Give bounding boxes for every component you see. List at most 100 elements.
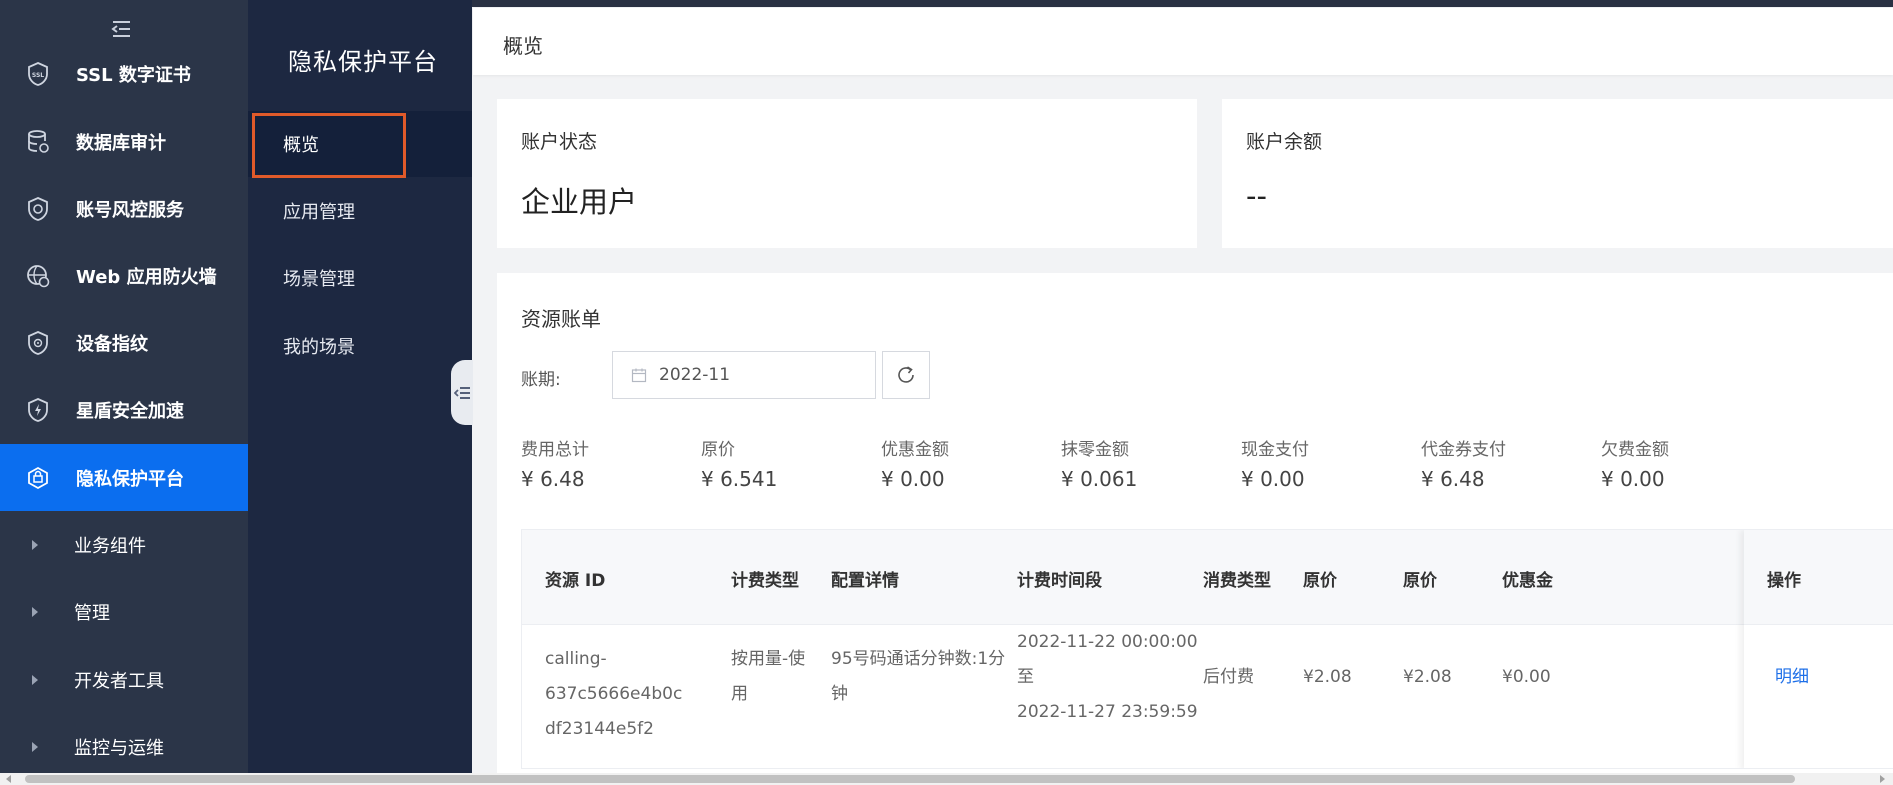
firewall-icon: [24, 262, 52, 290]
column-header: 配置详情: [831, 571, 899, 591]
column-header: 原价: [1403, 571, 1437, 591]
main-sidebar: SSL SSL 数字证书 数据库审计 账号风控服务 Web 应用防火墙 设备指纹…: [0, 0, 248, 773]
stat-total: 费用总计 ¥ 6.48: [521, 435, 691, 491]
table-header: 资源 ID 计费类型 配置详情 计费时间段 消费类型 原价 原价 优惠金: [522, 530, 1893, 625]
cell-original-price: ¥2.08: [1403, 667, 1452, 687]
sidebar-item-db-audit[interactable]: 数据库审计: [0, 108, 248, 175]
card-title: 账户状态: [521, 131, 598, 153]
detail-link[interactable]: 明细: [1775, 660, 1809, 695]
cell-line: calling-637c5666e4b0c: [545, 649, 683, 704]
stat-label: 原价: [701, 440, 735, 460]
sidebar-item-business-components[interactable]: 业务组件: [0, 511, 248, 578]
subnav-item-label: 场景管理: [283, 269, 355, 290]
scroll-left-icon[interactable]: [6, 775, 11, 783]
bill-table: 资源 ID 计费类型 配置详情 计费时间段 消费类型 原价 原价 优惠金 cal…: [521, 529, 1893, 769]
sidebar-item-label: 监控与运维: [74, 737, 164, 759]
account-balance-value: --: [1246, 179, 1267, 213]
column-header: 计费类型: [731, 571, 799, 591]
account-status-card: 账户状态 企业用户: [497, 99, 1197, 248]
lightning-shield-icon: [24, 396, 52, 424]
account-balance-card: 账户余额 --: [1222, 99, 1893, 248]
account-status-value: 企业用户: [521, 185, 638, 219]
cell-line: 按用量-使: [731, 649, 806, 669]
collapse-arrow-icon: [454, 386, 470, 399]
stat-value: ¥ 0.00: [1601, 467, 1665, 491]
horizontal-scrollbar[interactable]: [0, 773, 1893, 785]
cell-line: 钟: [831, 684, 848, 704]
column-header-wrap: 操作: [1744, 530, 1893, 625]
subnav-item-label: 应用管理: [283, 202, 355, 223]
column-header: 原价: [1303, 571, 1337, 591]
stat-label: 费用总计: [521, 440, 589, 460]
sidebar-item-label: 业务组件: [74, 535, 146, 557]
database-icon: [24, 128, 52, 156]
sidebar-item-ssl[interactable]: SSL SSL 数字证书: [0, 40, 248, 107]
subnav-item-app-management[interactable]: 应用管理: [248, 178, 472, 244]
scroll-right-icon[interactable]: [1880, 775, 1885, 783]
caret-right-icon: [32, 741, 38, 752]
sidebar-item-developer-tools[interactable]: 开发者工具: [0, 646, 248, 713]
sidebar-item-monitoring[interactable]: 监控与运维: [0, 713, 248, 773]
subnav-item-my-scenes[interactable]: 我的场景: [248, 313, 472, 379]
sidebar-item-label: 开发者工具: [74, 670, 164, 692]
section-title: 资源账单: [521, 307, 601, 331]
sidebar-toggle-handle[interactable]: [451, 360, 473, 425]
subnav-item-scene-management[interactable]: 场景管理: [248, 245, 472, 311]
stat-label: 优惠金额: [881, 440, 949, 460]
stat-value: ¥ 6.541: [701, 467, 778, 491]
cell-original-price: ¥2.08: [1303, 667, 1352, 687]
sidebar-item-label: 账号风控服务: [76, 199, 184, 221]
actions-column: 操作 明细: [1744, 530, 1893, 768]
sidebar-item-label: Web 应用防火墙: [76, 266, 217, 288]
stat-discount: 优惠金额 ¥ 0.00: [881, 435, 1051, 491]
caret-right-icon: [32, 606, 38, 617]
resource-bill-card: 资源账单 账期: 2022-11 费用总计 ¥ 6.48 原价 ¥ 6.541 …: [497, 273, 1893, 773]
scrollbar-thumb[interactable]: [25, 775, 1795, 783]
column-header: 计费时间段: [1017, 571, 1102, 591]
cell-resource-id: calling-637c5666e4b0c df23144e5f2: [545, 642, 725, 747]
refresh-button[interactable]: [882, 351, 930, 399]
stat-label: 抹零金额: [1061, 440, 1129, 460]
stat-value: ¥ 0.00: [881, 467, 945, 491]
sidebar-item-star-shield[interactable]: 星盾安全加速: [0, 376, 248, 443]
stat-voucher: 代金券支付 ¥ 6.48: [1421, 435, 1591, 491]
svg-text:SSL: SSL: [32, 72, 44, 79]
column-header: 消费类型: [1203, 571, 1271, 591]
sidebar-item-privacy[interactable]: 隐私保护平台: [0, 444, 248, 511]
page-header: 概览: [473, 8, 1893, 75]
collapse-menu-icon[interactable]: [110, 20, 136, 40]
sidebar-item-label: 数据库审计: [76, 132, 166, 154]
fingerprint-shield-icon: [24, 329, 52, 357]
cell-billing-period: 2022-11-22 00:00:00 至 2022-11-27 23:59:5…: [1017, 625, 1198, 730]
column-header: 优惠金: [1502, 571, 1553, 591]
sidebar-item-label: SSL 数字证书: [76, 64, 191, 86]
ssl-shield-icon: SSL: [24, 60, 52, 88]
caret-right-icon: [32, 539, 38, 550]
stat-value: ¥ 6.48: [521, 467, 585, 491]
stat-label: 现金支付: [1241, 440, 1309, 460]
sidebar-item-label: 设备指纹: [76, 333, 148, 355]
cell-billing-type: 按用量-使 用: [731, 642, 805, 712]
period-date-picker[interactable]: 2022-11: [612, 351, 876, 399]
cell-line: 至: [1017, 667, 1034, 687]
cell-consume-type: 后付费: [1203, 667, 1254, 687]
risk-shield-icon: [24, 195, 52, 223]
sidebar-item-management[interactable]: 管理: [0, 578, 248, 645]
cell-line: df23144e5f2: [545, 719, 654, 739]
privacy-icon: [24, 464, 52, 492]
stat-value: ¥ 6.48: [1421, 467, 1485, 491]
cell-line: 用: [731, 684, 748, 704]
sidebar-item-account-risk[interactable]: 账号风控服务: [0, 175, 248, 242]
product-title: 隐私保护平台: [288, 48, 438, 76]
stat-value: ¥ 0.00: [1241, 467, 1305, 491]
column-header: 操作: [1767, 571, 1801, 591]
cell-discount: ¥0.00: [1502, 667, 1551, 687]
stat-cash: 现金支付 ¥ 0.00: [1241, 435, 1411, 491]
sidebar-item-label: 星盾安全加速: [76, 400, 184, 422]
sidebar-item-waf[interactable]: Web 应用防火墙: [0, 242, 248, 309]
breadcrumb: 概览: [503, 34, 543, 58]
column-header: 资源 ID: [545, 571, 606, 591]
sidebar-item-device-fingerprint[interactable]: 设备指纹: [0, 309, 248, 376]
calendar-icon: [631, 368, 647, 383]
highlight-annotation: [252, 113, 406, 178]
